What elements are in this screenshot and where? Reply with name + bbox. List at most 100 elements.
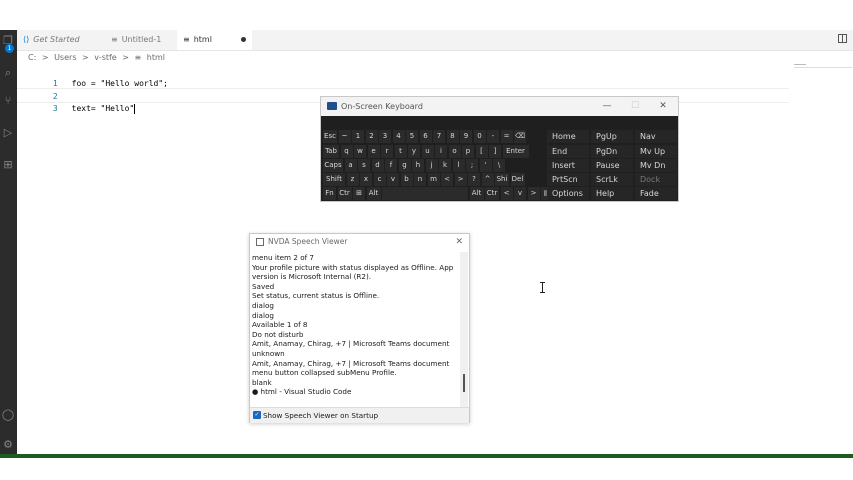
osk-key[interactable]: ; (466, 159, 478, 172)
osk-key[interactable]: 4 (392, 130, 405, 143)
osk-nav-key[interactable]: Fade (635, 187, 677, 200)
osk-key[interactable]: f (385, 159, 397, 172)
osk-key[interactable]: ⌫ (514, 130, 526, 143)
breadcrumb-drive[interactable]: C: (28, 53, 36, 62)
extensions-icon[interactable]: ⊞ (1, 158, 15, 172)
osk-key[interactable]: Shi (495, 173, 509, 186)
osk-key[interactable]: Del (510, 173, 525, 186)
tab-get-started[interactable]: ⟨⟩ Get Started (17, 30, 99, 50)
scrollbar-thumb[interactable] (463, 374, 465, 392)
osk-key[interactable]: t (394, 145, 407, 158)
osk-key[interactable]: 0 (473, 130, 486, 143)
osk-nav-key[interactable]: Help (591, 187, 633, 200)
osk-key[interactable]: > (454, 173, 467, 186)
osk-nav-key[interactable]: Options (547, 187, 589, 200)
tab-untitled-1[interactable]: ≡ Untitled-1 (105, 30, 177, 50)
breadcrumb-file[interactable]: html (147, 53, 165, 62)
osk-nav-key[interactable]: Home (547, 130, 589, 143)
osk-key[interactable]: k (439, 159, 451, 172)
tab-html[interactable]: ≡ html (177, 30, 252, 50)
osk-key[interactable]: ^ (481, 173, 494, 186)
osk-key[interactable]: v (387, 173, 399, 186)
osk-key[interactable] (382, 187, 468, 200)
osk-nav-key[interactable]: PgDn (591, 145, 633, 158)
osk-nav-key[interactable]: Dock (635, 173, 677, 186)
osk-maximize-button[interactable]: ☐ (621, 97, 649, 116)
osk-key[interactable]: 2 (365, 130, 378, 143)
osk-nav-key[interactable]: Nav (635, 130, 677, 143)
osk-key[interactable]: g (398, 159, 411, 172)
osk-nav-key[interactable]: ScrLk (591, 173, 633, 186)
osk-key[interactable]: Enter (502, 145, 529, 158)
osk-key[interactable]: i (435, 145, 447, 158)
osk-key[interactable]: 6 (419, 130, 432, 143)
osk-nav-key[interactable]: PgUp (591, 130, 633, 143)
breadcrumb-users[interactable]: Users (54, 53, 76, 62)
osk-key[interactable]: 1 (352, 130, 364, 143)
unsaved-dot-icon[interactable] (241, 37, 246, 42)
split-editor-icon[interactable] (838, 34, 847, 43)
osk-key[interactable]: l (452, 159, 465, 172)
search-icon[interactable]: ⌕ (1, 66, 15, 80)
osk-key[interactable]: Alt (366, 187, 381, 200)
osk-key[interactable]: < (500, 187, 513, 200)
osk-key[interactable]: ' (479, 159, 492, 172)
osk-titlebar[interactable]: On-Screen Keyboard — ☐ ✕ (321, 97, 678, 116)
osk-key[interactable]: - (487, 130, 499, 143)
osk-key[interactable]: Esc (323, 130, 337, 143)
osk-key[interactable]: z (346, 173, 359, 186)
code-line[interactable]: 1 foo = "Hello world"; (34, 63, 168, 88)
osk-minimize-button[interactable]: — (593, 97, 621, 116)
osk-key[interactable]: y (408, 145, 420, 158)
osk-key[interactable]: p (462, 145, 474, 158)
osk-key[interactable]: 8 (446, 130, 459, 143)
osk-key[interactable]: = (500, 130, 513, 143)
source-control-icon[interactable]: ⑂ (1, 94, 15, 108)
startup-checkbox[interactable]: ✓ (253, 411, 261, 419)
osk-key[interactable]: ⊞ (353, 187, 365, 200)
startup-checkbox-label[interactable]: Show Speech Viewer on Startup (263, 408, 378, 423)
osk-key[interactable]: [ (475, 145, 488, 158)
osk-key[interactable]: w (354, 145, 366, 158)
osk-key[interactable]: \ (493, 159, 505, 172)
nvda-close-button[interactable]: ✕ (455, 234, 463, 250)
osk-key[interactable]: j (425, 159, 438, 172)
breadcrumb-user-folder[interactable]: v-stfe (94, 53, 116, 62)
osk-key[interactable]: Ctr (337, 187, 352, 200)
osk-close-button[interactable]: ✕ (649, 97, 677, 116)
speech-log[interactable]: menu item 2 of 7 Your profile picture wit… (252, 253, 464, 408)
osk-nav-key[interactable]: Insert (547, 159, 589, 172)
osk-key[interactable]: ? (468, 173, 480, 186)
osk-key[interactable]: x (360, 173, 372, 186)
osk-key[interactable]: 3 (379, 130, 391, 143)
osk-key[interactable]: q (340, 145, 353, 158)
osk-key[interactable]: s (358, 159, 370, 172)
osk-key[interactable]: 7 (433, 130, 445, 143)
osk-key[interactable]: a (344, 159, 357, 172)
osk-key[interactable]: u (421, 145, 434, 158)
osk-key[interactable]: v (514, 187, 526, 200)
osk-key[interactable]: e (367, 145, 380, 158)
osk-nav-key[interactable]: Mv Up (635, 145, 677, 158)
osk-key[interactable]: n (414, 173, 426, 186)
osk-key[interactable]: o (448, 145, 461, 158)
osk-nav-key[interactable]: End (547, 145, 589, 158)
osk-nav-key[interactable]: Mv Dn (635, 159, 677, 172)
nvda-titlebar[interactable]: NVDA Speech Viewer ✕ (250, 234, 469, 250)
settings-gear-icon[interactable]: ⚙ (1, 438, 15, 452)
speech-log-scrollbar[interactable] (460, 252, 468, 409)
osk-key[interactable]: > (527, 187, 540, 200)
account-icon[interactable]: ◯ (1, 408, 15, 422)
osk-key[interactable]: Tab (323, 145, 339, 158)
osk-key[interactable]: ] (489, 145, 501, 158)
osk-key[interactable]: b (400, 173, 413, 186)
osk-key[interactable]: c (373, 173, 386, 186)
osk-key[interactable]: h (412, 159, 424, 172)
osk-key[interactable]: d (371, 159, 384, 172)
osk-key[interactable]: < (441, 173, 453, 186)
code-line[interactable]: 3 text= "Hello" (34, 88, 136, 114)
osk-key[interactable]: 9 (460, 130, 472, 143)
osk-nav-key[interactable]: PrtScn (547, 173, 589, 186)
osk-key[interactable]: m (427, 173, 440, 186)
minimap-viewport[interactable] (794, 67, 852, 68)
